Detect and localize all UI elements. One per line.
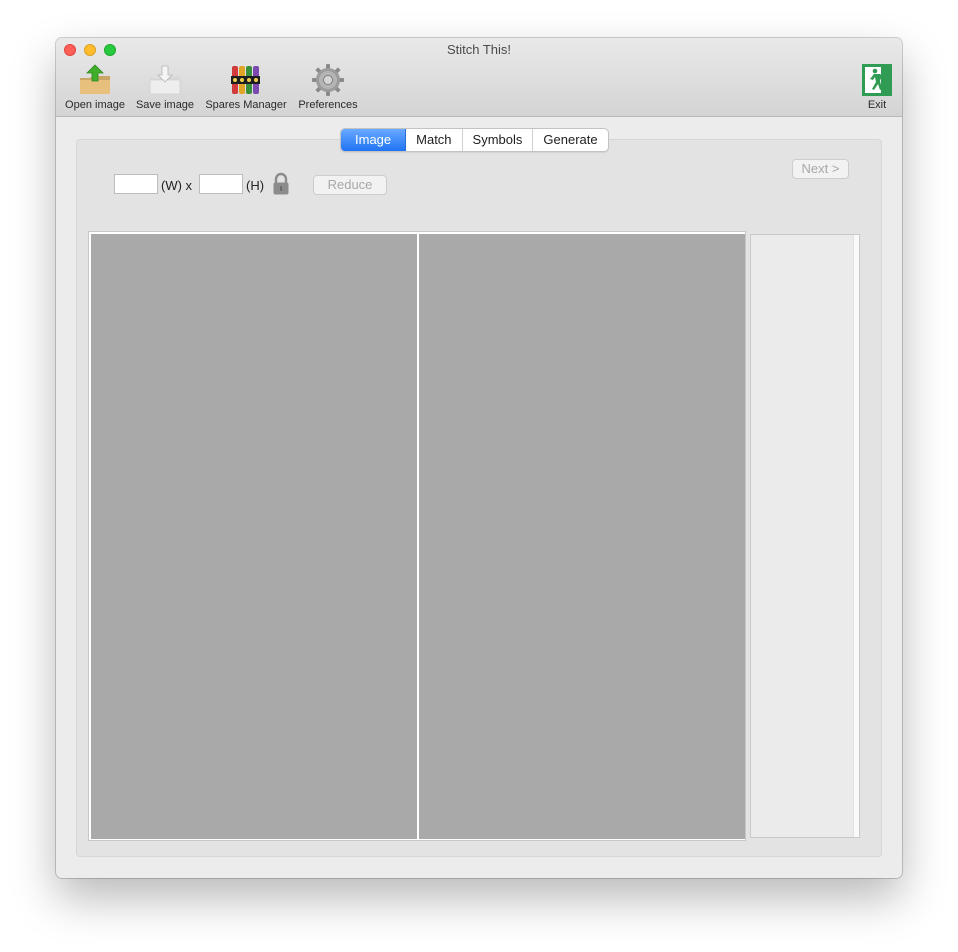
width-input[interactable]	[114, 174, 158, 194]
next-button[interactable]: Next >	[792, 159, 849, 179]
side-list-scrollbar[interactable]	[853, 235, 859, 837]
side-list-panel[interactable]	[750, 234, 860, 838]
open-folder-icon	[80, 64, 110, 94]
tab-bar: Image Match Symbols Generate	[340, 128, 609, 152]
tab-match[interactable]: Match	[406, 129, 463, 151]
lock-icon[interactable]	[272, 172, 290, 196]
thread-skeins-icon	[231, 66, 260, 94]
width-label: (W) x	[161, 178, 193, 193]
original-image-pane[interactable]	[91, 234, 417, 839]
spares-manager-label: Spares Manager	[205, 99, 287, 111]
open-image-button[interactable]: Open image	[64, 62, 126, 111]
preferences-button[interactable]: Preferences	[294, 62, 362, 111]
exit-label: Exit	[867, 99, 887, 111]
gear-icon	[312, 64, 344, 96]
save-image-button[interactable]: Save image	[134, 62, 196, 111]
title-bar: Stitch This! Open image Save image Spare…	[56, 38, 902, 117]
preview-image-pane[interactable]	[419, 234, 745, 839]
height-label: (H)	[246, 178, 265, 193]
exit-icon	[862, 64, 892, 96]
app-window: Stitch This! Open image Save image Spare…	[56, 38, 902, 878]
height-input[interactable]	[199, 174, 243, 194]
preferences-label: Preferences	[298, 99, 358, 111]
open-image-label: Open image	[65, 99, 125, 111]
save-folder-icon	[149, 65, 181, 95]
image-canvas	[88, 231, 746, 841]
window-title: Stitch This!	[446, 42, 512, 57]
spares-manager-button[interactable]: Spares Manager	[202, 62, 290, 111]
reduce-button[interactable]: Reduce	[313, 175, 387, 195]
tab-symbols[interactable]: Symbols	[463, 129, 534, 151]
save-image-label: Save image	[135, 99, 195, 111]
tab-generate[interactable]: Generate	[533, 129, 607, 151]
tab-image[interactable]: Image	[341, 129, 407, 151]
exit-button[interactable]: Exit	[856, 62, 898, 111]
